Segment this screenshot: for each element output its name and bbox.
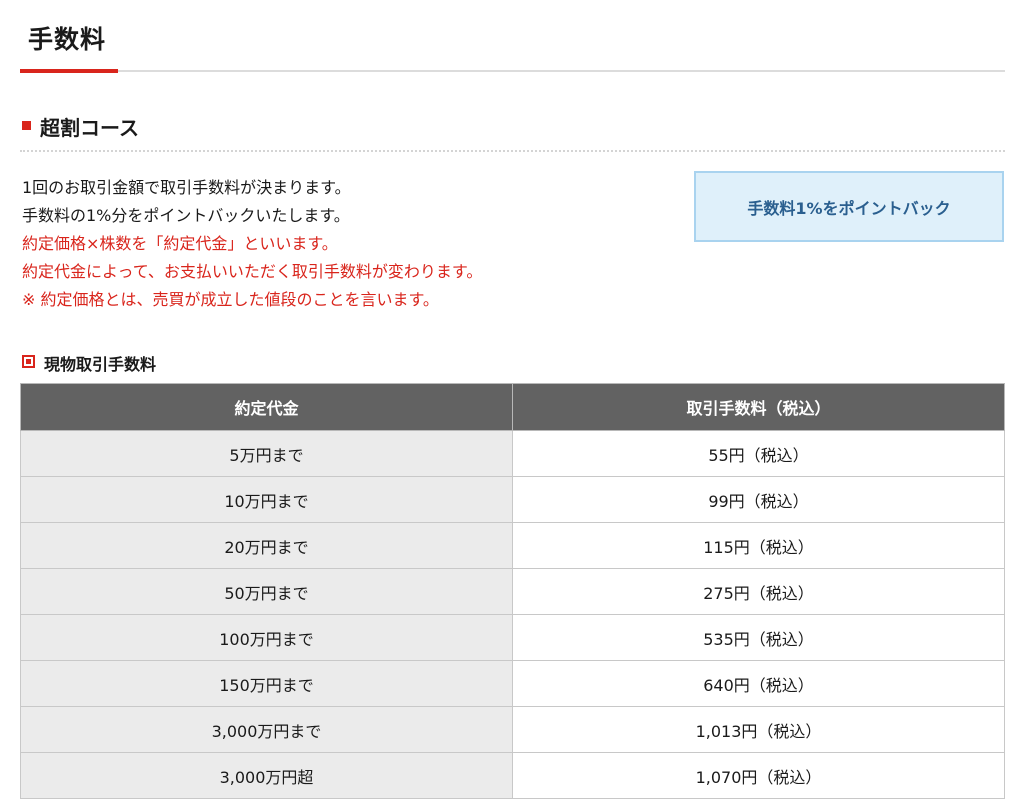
- description-line: 1回のお取引金額で取引手数料が決まります。: [22, 178, 351, 197]
- column-header-fee: 取引手数料（税込）: [512, 383, 1005, 431]
- amount-cell: 3,000万円超: [20, 752, 513, 799]
- table-row: 3,000万円超 1,070円（税込）: [20, 752, 1005, 799]
- fee-cell: 275円（税込）: [512, 568, 1005, 615]
- section-square-icon: [22, 121, 31, 130]
- point-back-banner: 手数料1%をポイントバック: [694, 171, 1004, 242]
- fee-cell: 1,013円（税込）: [512, 706, 1005, 753]
- description-line-highlight: ※ 約定価格とは、売買が成立した値段のことを言います。: [22, 290, 439, 309]
- description-line-highlight: 約定価格×株数を「約定代金」といいます。: [22, 234, 338, 253]
- table-row: 150万円まで 640円（税込）: [20, 660, 1005, 707]
- amount-cell: 150万円まで: [20, 660, 513, 707]
- course-description: 1回のお取引金額で取引手数料が決まります。 手数料の1%分をポイントバックいたし…: [22, 174, 482, 314]
- fee-cell: 640円（税込）: [512, 660, 1005, 707]
- table-row: 100万円まで 535円（税込）: [20, 614, 1005, 661]
- course-title: 超割コース: [40, 116, 139, 140]
- table-row: 10万円まで 99円（税込）: [20, 476, 1005, 523]
- description-line-highlight: 約定代金によって、お支払いいただく取引手数料が変わります。: [22, 262, 483, 281]
- section-dotted-divider: [20, 150, 1005, 152]
- title-divider: [20, 70, 1005, 72]
- fee-table-title: 現物取引手数料: [44, 355, 157, 374]
- column-header-amount: 約定代金: [20, 383, 513, 431]
- fee-cell: 1,070円（税込）: [512, 752, 1005, 799]
- table-row: 3,000万円まで 1,013円（税込）: [20, 706, 1005, 753]
- fee-cell: 55円（税込）: [512, 430, 1005, 477]
- amount-cell: 3,000万円まで: [20, 706, 513, 753]
- fee-cell: 535円（税込）: [512, 614, 1005, 661]
- page-title: 手数料: [28, 25, 107, 54]
- table-row: 5万円まで 55円（税込）: [20, 430, 1005, 477]
- amount-cell: 100万円まで: [20, 614, 513, 661]
- amount-cell: 20万円まで: [20, 522, 513, 569]
- table-header-row: 約定代金 取引手数料（税込）: [20, 383, 1005, 431]
- subsection-square-icon: [22, 355, 35, 368]
- fee-cell: 115円（税込）: [512, 522, 1005, 569]
- fee-table: 約定代金 取引手数料（税込） 5万円まで 55円（税込） 10万円まで 99円（…: [20, 383, 1005, 799]
- title-divider-accent: [20, 69, 118, 73]
- amount-cell: 5万円まで: [20, 430, 513, 477]
- description-line: 手数料の1%分をポイントバックいたします。: [22, 206, 350, 225]
- table-row: 50万円まで 275円（税込）: [20, 568, 1005, 615]
- fee-cell: 99円（税込）: [512, 476, 1005, 523]
- fee-page: 手数料 超割コース 1回のお取引金額で取引手数料が決まります。 手数料の1%分を…: [0, 0, 1024, 807]
- amount-cell: 10万円まで: [20, 476, 513, 523]
- amount-cell: 50万円まで: [20, 568, 513, 615]
- table-row: 20万円まで 115円（税込）: [20, 522, 1005, 569]
